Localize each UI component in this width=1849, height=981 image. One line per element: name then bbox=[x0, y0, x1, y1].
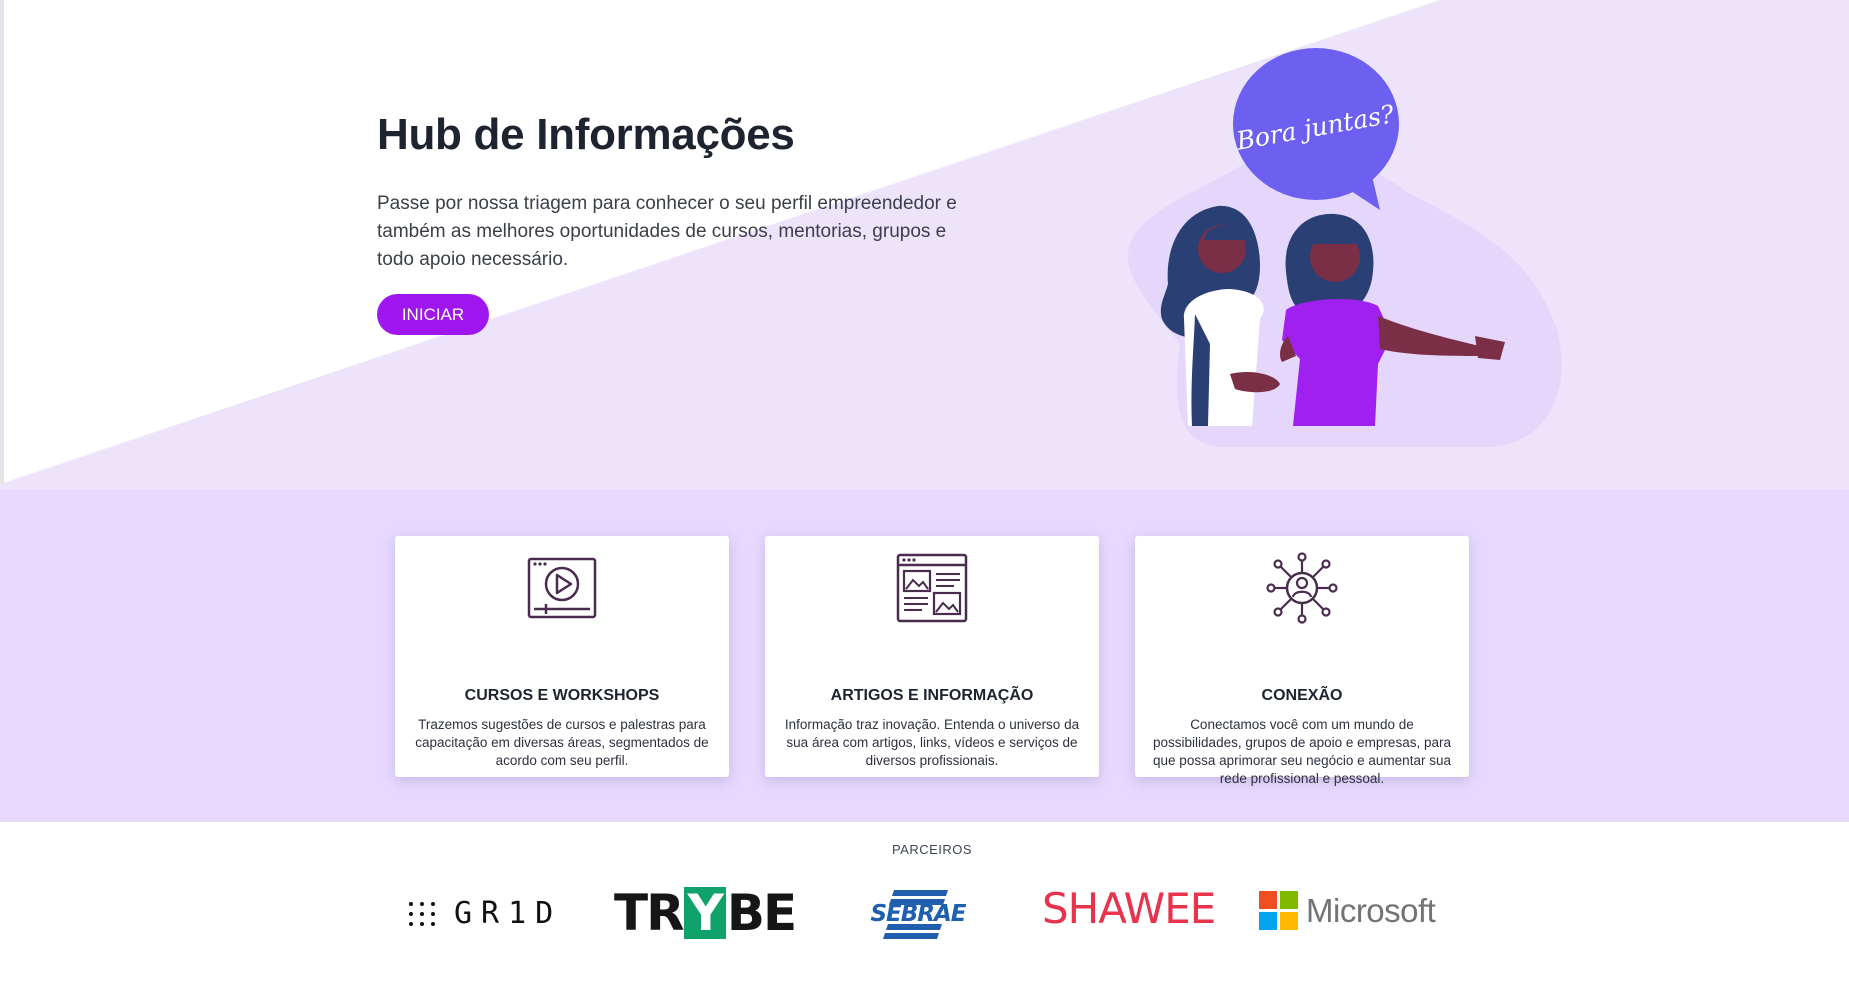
partner-logo-sebrae[interactable]: SEBRAE bbox=[866, 886, 972, 949]
hero-edge-line bbox=[0, 0, 4, 484]
sebrae-logo-text: SEBRAE bbox=[870, 901, 966, 927]
hero-section: Hub de Informações Passe por nossa triag… bbox=[0, 0, 1849, 490]
trybe-text-highlight: Y bbox=[683, 887, 726, 939]
partners-label: PARCEIROS bbox=[891, 842, 973, 857]
partner-logo-grid[interactable]: GR1D bbox=[409, 896, 562, 931]
network-connection-icon bbox=[1135, 550, 1469, 626]
grid-logo-text: GR1D bbox=[454, 896, 563, 931]
microsoft-logo-text: Microsoft bbox=[1306, 891, 1436, 929]
feature-title: ARTIGOS E INFORMAÇÃO bbox=[830, 687, 1034, 704]
feature-card-courses[interactable]: CURSOS E WORKSHOPS Trazemos sugestões de… bbox=[395, 536, 729, 777]
sebrae-logo-icon: SEBRAE bbox=[870, 890, 968, 939]
article-layout-icon bbox=[765, 550, 1099, 626]
trybe-text-start: TR bbox=[614, 884, 685, 942]
trybe-text-end: BE bbox=[726, 884, 797, 942]
partner-logo-shawee[interactable]: SHAWEE bbox=[1042, 884, 1216, 933]
feature-title: CONEXÃO bbox=[1261, 687, 1343, 704]
feature-description: Conectamos você com um mundo de possibil… bbox=[1153, 717, 1451, 786]
hero-illustration: Bora juntas? bbox=[1128, 48, 1562, 447]
partner-logo-trybe[interactable]: TR Y BE bbox=[614, 884, 797, 942]
feature-card-connection[interactable]: CONEXÃO Conectamos você com um mundo de … bbox=[1135, 536, 1469, 786]
partner-logo-microsoft[interactable]: Microsoft bbox=[1259, 891, 1436, 930]
feature-description: Trazemos sugestões de cursos e palestras… bbox=[415, 717, 709, 768]
hero-description: Passe por nossa triagem para conhecer o … bbox=[377, 193, 957, 270]
feature-title: CURSOS E WORKSHOPS bbox=[464, 687, 660, 704]
grid-dots-icon bbox=[409, 901, 436, 926]
page-title: Hub de Informações bbox=[377, 110, 795, 159]
video-player-icon bbox=[395, 550, 729, 626]
feature-card-articles[interactable]: ARTIGOS E INFORMAÇÃO Informação traz ino… bbox=[765, 536, 1099, 777]
feature-description: Informação traz inovação. Entenda o univ… bbox=[784, 717, 1080, 768]
start-button[interactable]: INICIAR bbox=[377, 294, 489, 335]
features-section: CURSOS E WORKSHOPS Trazemos sugestões de… bbox=[0, 490, 1849, 822]
microsoft-squares-icon bbox=[1259, 891, 1298, 930]
